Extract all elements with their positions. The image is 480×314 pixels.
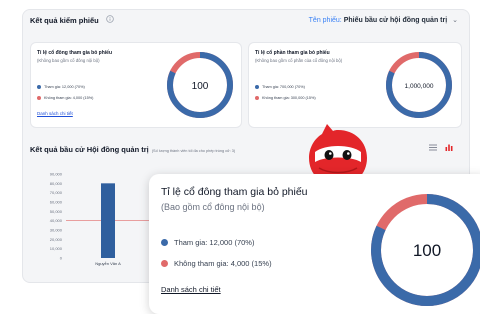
card-subtitle: (Không bao gồm cổ đông nội bộ) — [37, 58, 100, 63]
detail-list-link[interactable]: Danh sách chi tiết — [161, 285, 221, 294]
y-tick-label: 10,000 — [50, 246, 63, 251]
ballot-label: Tên phiếu: — [308, 17, 342, 24]
card-title: Tỉ lệ cổ đông tham gia bỏ phiếu — [37, 50, 112, 56]
popup-donut: 100 — [371, 194, 480, 306]
bar-chart-icon[interactable] — [445, 143, 453, 151]
y-tick-label: 40,000 — [50, 218, 63, 223]
legend-label: Tham gia: 12,000 (70%) — [174, 238, 255, 247]
y-tick-label: 30,000 — [50, 228, 63, 233]
chart-bar[interactable] — [101, 183, 115, 258]
legend-participated: Tham gia: 12,000 (70%) — [37, 85, 85, 89]
donut-value: 1,000,000 — [405, 83, 434, 90]
info-icon[interactable] — [106, 15, 114, 23]
legend-participated: Tham gia: 700,000 (70%) — [255, 85, 305, 89]
share-donut: 1,000,000 — [386, 52, 452, 118]
legend-label: Tham gia: 12,000 (70%) — [44, 85, 85, 89]
card-title: Tỉ lệ cổ phần tham gia bỏ phiếu — [255, 50, 330, 56]
legend-label: Không tham gia: 4,000 (15%) — [44, 96, 94, 100]
ballot-select[interactable]: Tên phiếu: Phiếu bầu cử hội đồng quản tr… — [309, 16, 458, 24]
results-note: (Số lượng thành viên tối đa cho phép trú… — [151, 149, 236, 153]
chevron-down-icon: ⌄ — [452, 17, 458, 24]
legend-label: Không tham gia: 300,000 (15%) — [262, 96, 316, 100]
x-tick-label: Nguyễn Văn A — [95, 261, 121, 266]
card-subtitle: (Không bao gồm cổ phần của cổ đông nội b… — [255, 58, 343, 63]
legend-label: Tham gia: 700,000 (70%) — [262, 85, 305, 89]
list-icon[interactable] — [429, 144, 437, 151]
legend-dot-blue — [37, 85, 41, 89]
legend-not-participated: Không tham gia: 4,000 (15%) — [37, 96, 93, 100]
legend-dot-red — [37, 96, 41, 100]
ballot-value: Phiếu bầu cử hội đồng quản trị — [343, 17, 448, 24]
legend-dot-red — [255, 96, 259, 100]
donut-value: 100 — [192, 81, 209, 92]
zoom-participation-card: Tỉ lệ cổ đông tham gia bỏ phiếu (Bao gồm… — [149, 174, 480, 314]
results-title-text: Kết quả bầu cử Hội đồng quản trị — [30, 145, 149, 154]
legend-not-participated: Không tham gia: 4,000 (15%) — [161, 259, 272, 268]
legend-participated: Tham gia: 12,000 (70%) — [161, 238, 254, 247]
donut-value: 100 — [413, 241, 441, 260]
results-title: Kết quả bầu cử Hội đồng quản trị (Số lượn… — [30, 145, 235, 154]
y-tick-label: 80,000 — [50, 181, 63, 186]
popup-title: Tỉ lệ cổ đông tham gia bỏ phiếu — [161, 186, 308, 198]
y-tick-label: 20,000 — [50, 237, 63, 242]
popup-subtitle: (Bao gồm cổ đông nội bộ) — [161, 202, 265, 212]
legend-dot-blue — [255, 85, 259, 89]
y-tick-label: 70,000 — [50, 190, 63, 195]
detail-list-link[interactable]: Danh sách chi tiết — [37, 111, 73, 116]
legend-label: Không tham gia: 4,000 (15%) — [174, 259, 272, 268]
y-tick-label: 60,000 — [50, 200, 63, 205]
page-title: Kết quả kiểm phiếu — [30, 16, 99, 25]
share-participation-card: Tỉ lệ cổ phần tham gia bỏ phiếu (Không b… — [248, 42, 462, 128]
legend-dot-red — [161, 260, 168, 267]
shareholder-participation-card: Tỉ lệ cổ đông tham gia bỏ phiếu (Không b… — [30, 42, 242, 128]
legend-dot-blue — [161, 239, 168, 246]
y-tick-label: 0 — [60, 256, 63, 261]
legend-not-participated: Không tham gia: 300,000 (15%) — [255, 96, 316, 100]
participation-donut: 100 — [167, 52, 233, 118]
y-tick-label: 50,000 — [50, 209, 63, 214]
y-tick-label: 90,000 — [50, 172, 63, 177]
